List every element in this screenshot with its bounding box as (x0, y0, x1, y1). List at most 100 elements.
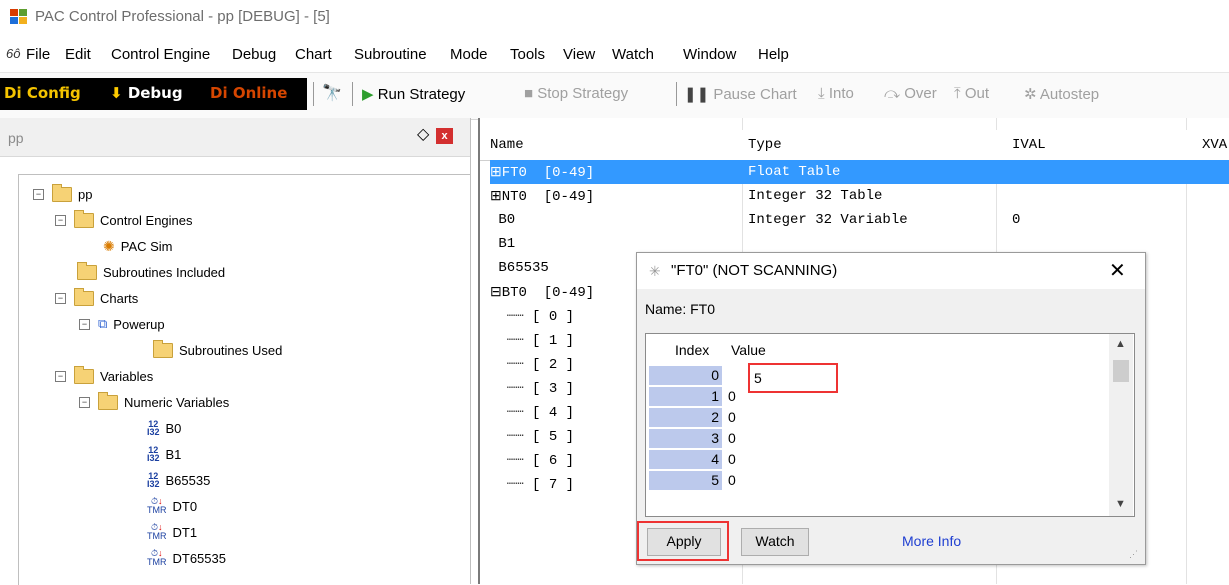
tree-item-control-engines[interactable]: − Control Engines (55, 209, 193, 231)
menu-mode[interactable]: Mode (450, 46, 488, 63)
tree-item-powerup[interactable]: − ⧉ Powerup (79, 313, 165, 335)
tree-item-subroutines-included[interactable]: Subroutines Included (77, 261, 225, 283)
collapse-icon[interactable]: − (55, 292, 66, 304)
tree-item-label: pp (78, 186, 93, 202)
menu-bar: 6ô File Edit Control Engine Debug Chart … (0, 38, 1229, 72)
column-header-ival[interactable]: IVAL (1012, 137, 1046, 153)
step-out-label: Out (964, 85, 989, 102)
tree-item-b1[interactable]: 12 I32 B1 (147, 443, 181, 465)
tree-item-dt65535[interactable]: ⏱↓ TMR DT65535 (147, 547, 226, 569)
menu-chart[interactable]: Chart (295, 46, 332, 63)
folder-icon (74, 287, 94, 306)
table-row[interactable]: 10 (646, 387, 1106, 407)
menu-debug[interactable]: Debug (232, 46, 276, 63)
value-edit-input[interactable] (754, 368, 834, 388)
menu-control-engine[interactable]: Control Engine (111, 46, 210, 63)
tree-item-pp[interactable]: − pp (33, 183, 92, 205)
step-out-button[interactable]: ⤒ Out (954, 85, 989, 102)
grid-name-cell: B65535 (490, 260, 549, 276)
grid-ival-cell: 0 (1012, 212, 1021, 228)
tree-item-numeric-variables[interactable]: − Numeric Variables (79, 391, 229, 413)
tree-item-subroutines-used[interactable]: Subroutines Used (153, 339, 282, 361)
vertical-scrollbar[interactable]: ▲ ▼ (1109, 334, 1133, 516)
folder-icon (74, 365, 94, 384)
collapse-icon[interactable]: − (79, 318, 90, 330)
grid-name-cell: ┈┈ [ 2 ] (490, 357, 575, 373)
column-header-name[interactable]: Name (490, 137, 524, 153)
index-cell: 5 (649, 471, 722, 490)
index-cell: 0 (649, 366, 722, 385)
table-row[interactable]: 50 (646, 471, 1106, 491)
step-over-label: Over (904, 85, 937, 102)
table-row[interactable]: 40 (646, 450, 1106, 470)
collapse-icon[interactable]: − (79, 396, 90, 408)
autostep-label: Autostep (1039, 86, 1100, 103)
value-cell[interactable]: 0 (728, 451, 736, 467)
column-header-xval[interactable]: XVA (1202, 137, 1227, 153)
variable-name-label: Name: FT0 (645, 301, 716, 317)
close-panel-button[interactable]: x (436, 128, 453, 144)
collapse-icon[interactable]: − (55, 214, 66, 226)
tree-item-label: Subroutines Included (103, 264, 226, 280)
collapse-icon[interactable]: − (33, 188, 44, 200)
timer-icon: ⏱↓ TMR (147, 522, 167, 541)
menu-tools[interactable]: Tools (510, 46, 545, 63)
collapse-icon[interactable]: − (55, 370, 66, 382)
table-row[interactable]: 0 (646, 366, 1106, 386)
grid-row[interactable]: ⊞FT0 [0-49] Float Table (490, 160, 1229, 184)
menu-help[interactable]: Help (758, 46, 789, 63)
tree-item-label: B0 (165, 420, 182, 436)
grid-name-cell: ┈┈ [ 1 ] (490, 333, 575, 349)
table-row[interactable]: 20 (646, 408, 1106, 428)
more-info-link[interactable]: More Info (902, 533, 961, 549)
tree-item-variables[interactable]: − Variables (55, 365, 153, 387)
debug-mode-button[interactable]: ⬇ Debug (110, 84, 183, 102)
grid-name-cell: B1 (490, 236, 516, 252)
binoculars-icon[interactable]: 🔭 (322, 83, 342, 103)
config-mode-button[interactable]: Di Config (4, 84, 81, 102)
run-strategy-button[interactable]: ▶ Run Strategy (362, 85, 465, 103)
watch-button[interactable]: Watch (741, 528, 809, 556)
menu-view[interactable]: View (563, 46, 595, 63)
index-value: 1 (711, 388, 719, 404)
strategy-tree-panel: pp ◇ x − pp − Control Engines ✺ PAC Sim … (0, 118, 471, 585)
menu-file[interactable]: File (26, 46, 50, 63)
grid-row[interactable]: ⊞NT0 [0-49] Integer 32 Table (490, 184, 1229, 208)
tree-item-b0[interactable]: 12 I32 B0 (147, 417, 181, 439)
step-into-button[interactable]: ⤓ Into (818, 85, 854, 102)
grid-header: Name Type IVAL XVA (480, 130, 1229, 161)
menu-edit[interactable]: Edit (65, 46, 91, 63)
pause-chart-button[interactable]: ❚❚ Pause Chart (684, 85, 797, 103)
scroll-thumb[interactable] (1113, 360, 1129, 382)
glasses-icon[interactable]: 6ô (6, 46, 20, 61)
menu-subroutine[interactable]: Subroutine (354, 46, 427, 63)
tree-item-dt0[interactable]: ⏱↓ TMR DT0 (147, 495, 197, 517)
index-value: 0 (711, 367, 719, 383)
close-icon[interactable]: ✕ (1109, 258, 1126, 283)
pin-icon[interactable]: ◇ (417, 124, 429, 144)
value-cell[interactable]: 0 (728, 388, 736, 404)
tree-item-b65535[interactable]: 12 I32 B65535 (147, 469, 210, 491)
stop-strategy-button[interactable]: ■ Stop Strategy (524, 85, 628, 102)
menu-window[interactable]: Window (683, 46, 736, 63)
table-row[interactable]: 30 (646, 429, 1106, 449)
column-header-type[interactable]: Type (748, 137, 782, 153)
value-cell[interactable]: 0 (728, 472, 736, 488)
step-over-button[interactable]: ⤼ Over (884, 85, 937, 102)
autostep-button[interactable]: ✲ Autostep (1024, 85, 1099, 103)
menu-watch[interactable]: Watch (612, 46, 654, 63)
online-mode-button[interactable]: Di Online (210, 84, 287, 102)
value-cell[interactable]: 0 (728, 430, 736, 446)
title-bar: PAC Control Professional - pp [DEBUG] - … (0, 0, 1229, 38)
tree-item-pac-sim[interactable]: ✺ PAC Sim (103, 235, 173, 257)
grid-name-cell: ⊞FT0 [0-49] (490, 165, 595, 181)
tree-item-dt1[interactable]: ⏱↓ TMR DT1 (147, 521, 197, 543)
online-label: Online (232, 84, 288, 102)
resize-grip-icon[interactable]: ⋰ (1129, 549, 1138, 560)
scroll-down-icon[interactable]: ▼ (1115, 498, 1126, 510)
tree-item-charts[interactable]: − Charts (55, 287, 138, 309)
grid-row[interactable]: B0 Integer 32 Variable 0 (490, 208, 1229, 232)
scroll-up-icon[interactable]: ▲ (1115, 338, 1126, 350)
value-cell[interactable]: 0 (728, 409, 736, 425)
strategy-tree: − pp − Control Engines ✺ PAC Sim Subrout… (18, 174, 471, 585)
